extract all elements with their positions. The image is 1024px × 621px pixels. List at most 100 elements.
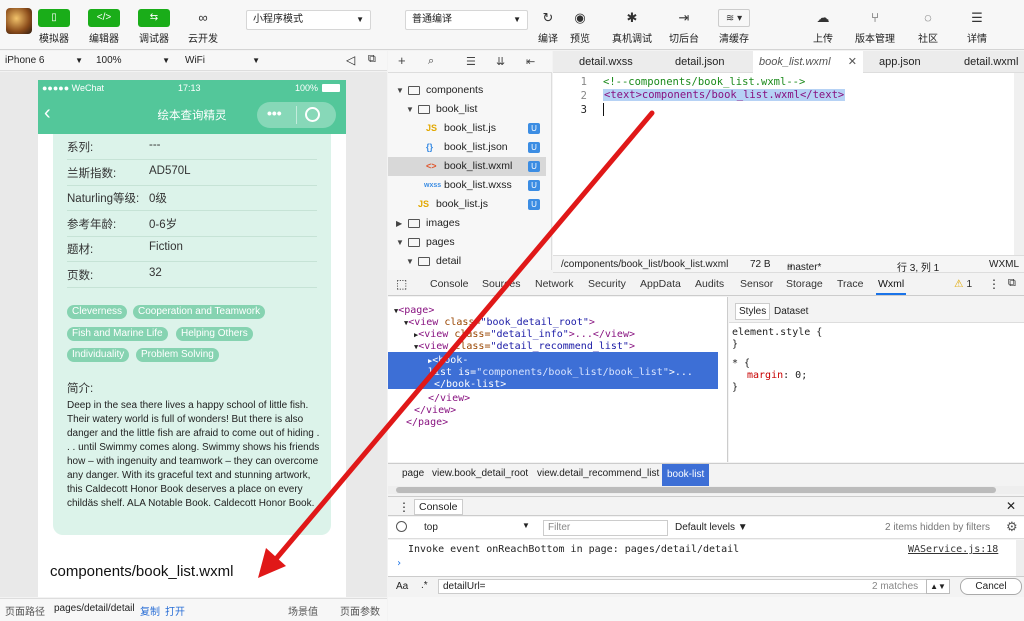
wxml-node[interactable]: ▶<book- [428, 355, 468, 367]
page-params[interactable]: 页面参数 [340, 603, 380, 618]
wxml-node[interactable]: ▼<page> [394, 305, 434, 317]
clear-console-icon[interactable] [396, 521, 407, 532]
collapse-icon[interactable]: ⇊ [496, 55, 505, 68]
crumb-root[interactable]: view.book_detail_root [432, 468, 528, 479]
tag-chip[interactable]: Cooperation and Teamwork [133, 305, 266, 319]
cancel-button[interactable]: Cancel [960, 578, 1022, 595]
tab-security[interactable]: Security [588, 278, 626, 290]
more-vert-icon[interactable]: ⋮ [988, 277, 1000, 291]
tab-detail-wxml[interactable]: detail.wxml [958, 51, 1024, 73]
upload-button[interactable]: ☁ 上传 [811, 9, 835, 45]
close-tab-icon[interactable]: ✕ [848, 51, 857, 73]
list-icon[interactable]: ☰ [466, 55, 476, 68]
network-select[interactable]: WiFi ▼ [185, 53, 260, 69]
inspect-icon[interactable]: ⬚ [396, 277, 407, 291]
more-icon[interactable]: ••• [267, 105, 282, 121]
wxml-tree[interactable]: ▼<page> ▼<view class="book_detail_root"> ▶… [388, 297, 728, 462]
tab-trace[interactable]: Trace [837, 278, 863, 290]
tab-detail-json[interactable]: detail.json [669, 51, 731, 73]
context-select[interactable]: top [424, 522, 438, 533]
tree-item-book-list-js-2[interactable]: JS book_list.js U [388, 195, 546, 214]
wxml-node[interactable]: ▼<view class="book_detail_root"> [404, 317, 595, 329]
add-icon[interactable]: + [398, 53, 406, 68]
filter-input[interactable]: Filter [543, 520, 668, 536]
wxml-node[interactable]: list is="components/book_list/book_list"… [428, 367, 693, 379]
tab-network[interactable]: Network [535, 278, 574, 290]
tree-item-book-list-folder[interactable]: ▼ book_list [388, 100, 546, 119]
phone-screen[interactable]: ●●●●● WeChat 17:13 100% ‹ 绘本查询精灵 ••• 系列:… [38, 80, 346, 597]
tree-item-components[interactable]: ▼ components [388, 81, 546, 100]
compile-button[interactable]: ↻ 编译 [536, 9, 560, 45]
mute-icon[interactable]: ◁ [346, 53, 355, 67]
wxml-node[interactable]: ▶<view class="detail_info">...</view> [414, 329, 635, 341]
tab-appdata[interactable]: AppData [640, 278, 681, 290]
console-source-link[interactable]: WAService.js:18 [908, 544, 998, 555]
tag-chip[interactable]: Individuality [67, 348, 130, 362]
levels-select[interactable]: Default levels ▼ [675, 522, 748, 533]
copy-link[interactable]: 复制 [140, 603, 160, 618]
open-link[interactable]: 打开 [165, 603, 185, 618]
tree-item-book-list-json[interactable]: {} book_list.json U [388, 138, 546, 157]
editor-button[interactable]: </> 编辑器 [88, 9, 120, 45]
popout-icon[interactable]: ⧉ [368, 53, 376, 66]
match-case-toggle[interactable]: Aa [396, 581, 408, 592]
crumb-book-list[interactable]: book-list [662, 464, 710, 486]
tree-item-detail[interactable]: ▼ detail [388, 252, 546, 271]
wxml-node[interactable]: </view> [414, 405, 456, 417]
real-device-debug-button[interactable]: ✱ 真机调试 [612, 9, 652, 45]
preview-button[interactable]: ◉ 预览 [568, 9, 592, 45]
horizontal-scrollbar[interactable] [388, 486, 1024, 494]
clear-cache-button[interactable]: ≋ ▾ 清缓存 [718, 9, 750, 45]
tree-item-images[interactable]: ▶ images [388, 214, 546, 233]
tree-item-pages[interactable]: ▼ pages [388, 233, 546, 252]
user-avatar[interactable] [6, 8, 32, 34]
tag-chip[interactable]: Problem Solving [136, 348, 219, 362]
tab-book-list-wxml[interactable]: book_list.wxml ✕ [753, 51, 863, 73]
debugger-button[interactable]: ⇆ 调试器 [138, 9, 170, 45]
split-icon[interactable]: ⇤ [526, 55, 535, 68]
console-scrollbar[interactable] [1016, 540, 1024, 576]
simulator-button[interactable]: ▯ 模拟器 [38, 9, 70, 45]
background-button[interactable]: ⇥ 切后台 [669, 9, 699, 45]
search-nav-buttons[interactable]: ▲▼ [926, 579, 950, 594]
tag-chip[interactable]: Helping Others [176, 327, 253, 341]
tab-console[interactable]: Console [430, 278, 469, 290]
tab-wxml[interactable]: Wxml [875, 278, 907, 295]
version-button[interactable]: ⑂ 版本管理 [855, 9, 895, 45]
tab-sensor[interactable]: Sensor [740, 278, 773, 290]
crumb-recommend[interactable]: view.detail_recommend_list [537, 468, 659, 479]
tag-chip[interactable]: Cleverness [67, 305, 128, 319]
tab-styles[interactable]: Styles [735, 303, 771, 320]
console-tab[interactable]: Console [414, 499, 463, 515]
popout-icon[interactable]: ⧉ [1008, 277, 1016, 290]
tab-sources[interactable]: Sources [482, 278, 521, 290]
search-input[interactable]: detailUrl= [438, 579, 938, 594]
cloud-dev-button[interactable]: ∞ 云开发 [188, 9, 218, 45]
scene-value[interactable]: 场景值 [288, 603, 318, 618]
close-icon[interactable]: ✕ [1006, 499, 1016, 513]
search-icon[interactable]: ⌕ [428, 55, 434, 68]
tab-detail-wxss[interactable]: detail.wxss [573, 51, 639, 73]
tree-item-book-list-wxml[interactable]: <> book_list.wxml U [388, 157, 546, 176]
tab-storage[interactable]: Storage [786, 278, 823, 290]
details-button[interactable]: ☰ 详情 [965, 9, 989, 45]
regex-toggle[interactable]: .* [421, 580, 428, 591]
device-select[interactable]: iPhone 6 ▼ [5, 53, 83, 69]
crumb-page[interactable]: page [402, 468, 424, 479]
tab-app-json[interactable]: app.json [873, 51, 927, 73]
wxml-node[interactable]: </view> [428, 393, 470, 405]
community-button[interactable]: ◌ 社区 [916, 9, 940, 45]
tab-audits[interactable]: Audits [695, 278, 724, 290]
compile-mode-select[interactable]: 普通编译 ▼ [405, 10, 528, 30]
wxml-node[interactable]: ▼<view class="detail_recommend_list"> [414, 341, 635, 353]
zoom-select[interactable]: 100% ▼ [96, 53, 170, 69]
mode-select[interactable]: 小程序模式 ▼ [246, 10, 371, 30]
tab-dataset[interactable]: Dataset [774, 306, 808, 317]
more-vert-icon[interactable]: ⋮ [398, 500, 410, 514]
console-prompt[interactable]: › [396, 558, 402, 569]
wxml-node[interactable]: </book-list> [434, 379, 506, 391]
tag-chip[interactable]: Fish and Marine Life [67, 327, 168, 341]
tree-item-book-list-wxss[interactable]: wxss book_list.wxss U [388, 176, 546, 195]
menu-capsule[interactable]: ••• [257, 102, 336, 128]
wxml-node[interactable]: </page> [406, 417, 448, 429]
